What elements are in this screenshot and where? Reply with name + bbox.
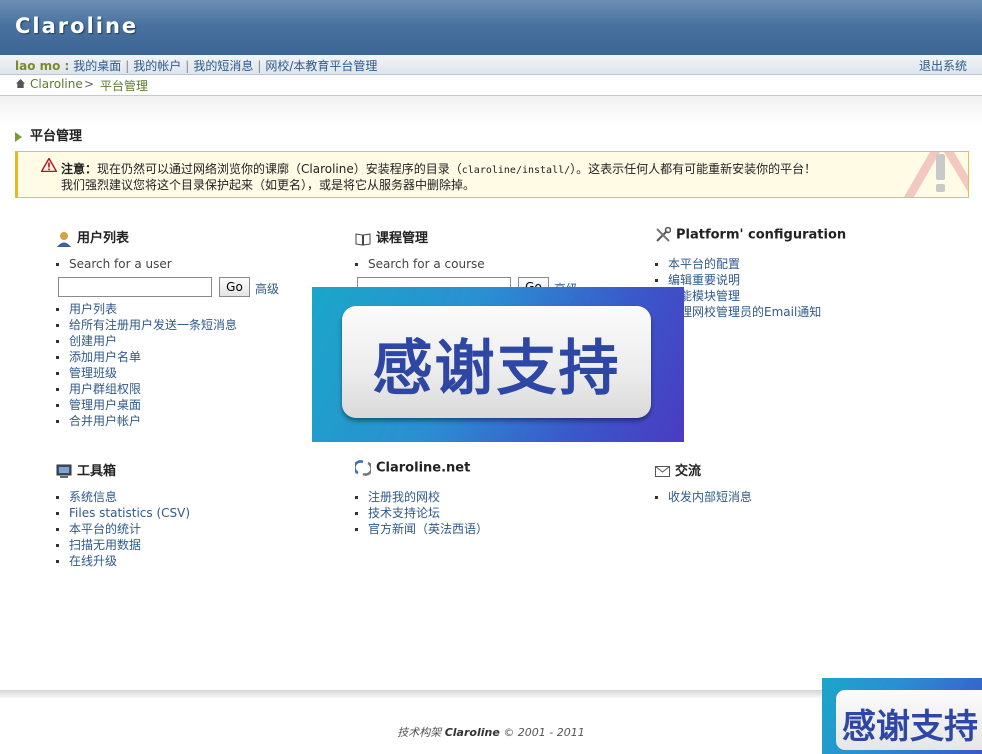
warning-box: 注意：现在仍然可以通过网络浏览你的课廓（Claroline）安装程序的目录（cl…	[15, 151, 969, 198]
link-send-message-all[interactable]: 给所有注册用户发送一条短消息	[69, 318, 237, 332]
promo-overlay-image: 感谢支持	[312, 287, 684, 442]
footer-brand-link[interactable]: Claroline	[445, 726, 500, 739]
breadcrumb-current[interactable]: 平台管理	[100, 77, 148, 94]
user-links: lao mo : 我的桌面 | 我的帐户 | 我的短消息 | 网校/本教育平台管理	[15, 59, 378, 73]
link-add-user-list[interactable]: 添加用户名单	[69, 350, 141, 364]
link-my-messages[interactable]: 我的短消息	[193, 59, 253, 73]
header-fade	[0, 96, 982, 126]
claroline-logo-icon	[355, 460, 371, 476]
warning-line-2: 我们强烈建议您将这个目录保护起来（如更名），或是将它从服务器中删除掉。	[61, 178, 476, 192]
title-arrow-icon	[15, 131, 22, 142]
user-search-go-button[interactable]: Go	[219, 277, 250, 297]
site-logo[interactable]: Claroline	[15, 14, 138, 38]
link-merge-user-accounts[interactable]: 合并用户帐户	[69, 414, 141, 428]
logout-link[interactable]: 退出系统	[919, 57, 967, 74]
promo-overlay-image-partial: 感谢支持	[822, 678, 982, 754]
warning-line-1: 注意：现在仍然可以通过网络浏览你的课廓（Claroline）安装程序的目录（cl…	[61, 162, 817, 176]
section-communication-title: 交流	[655, 460, 945, 479]
promo-text: 感谢支持	[372, 334, 621, 404]
user-bar: lao mo : 我的桌面 | 我的帐户 | 我的短消息 | 网校/本教育平台管理 退出系统	[0, 55, 982, 75]
user-search-label: Search for a user	[56, 256, 346, 272]
link-platform-stats[interactable]: 本平台的统计	[69, 522, 141, 536]
section-claroline-net: Claroline.net 注册我的网校 技术支持论坛 官方新闻（英法西语）	[355, 460, 645, 537]
section-users: 用户列表 Search for a user Go 高级 用户列表 给所有注册用…	[56, 227, 346, 429]
header-banner: Claroline	[0, 0, 982, 55]
section-config-title: Platform' configuration	[655, 227, 945, 245]
link-create-user[interactable]: 创建用户	[69, 334, 117, 348]
link-scan-junk[interactable]: 扫描无用数据	[69, 538, 141, 552]
section-courses-title: 课程管理	[355, 227, 645, 246]
computer-icon	[56, 464, 72, 478]
link-group-permissions[interactable]: 用户群组权限	[69, 382, 141, 396]
link-support-forum[interactable]: 技术支持论坛	[368, 506, 440, 520]
link-admin-email-notify[interactable]: 管理网校管理员的Email通知	[668, 305, 821, 319]
promo-text-partial: 感谢支持	[842, 707, 978, 747]
warning-exclamation-icon	[904, 152, 968, 197]
section-users-title: 用户列表	[56, 227, 346, 247]
link-manage-classes[interactable]: 管理班级	[69, 366, 117, 380]
user-icon	[57, 231, 71, 247]
link-user-list[interactable]: 用户列表	[69, 302, 117, 316]
user-advanced-search-link[interactable]: 高级	[255, 280, 279, 297]
link-official-news[interactable]: 官方新闻（英法西语）	[368, 522, 488, 536]
link-platform-config[interactable]: 本平台的配置	[668, 257, 740, 271]
warning-icon	[41, 158, 57, 172]
promo-pill-partial: 感谢支持	[836, 690, 982, 750]
section-tools-title: 工具箱	[56, 460, 346, 479]
section-config: Platform' configuration 本平台的配置 编辑重要说明 功能…	[655, 227, 945, 320]
section-communication: 交流 收发内部短消息	[655, 460, 945, 505]
section-claroline-net-title: Claroline.net	[355, 460, 645, 478]
tools-icon	[656, 227, 671, 242]
link-my-account[interactable]: 我的帐户	[133, 59, 181, 73]
user-search-form: Go 高级	[58, 277, 346, 301]
link-manage-user-desktop[interactable]: 管理用户桌面	[69, 398, 141, 412]
envelope-icon	[655, 466, 670, 477]
course-search-label: Search for a course	[355, 256, 645, 272]
user-search-input[interactable]	[58, 277, 212, 297]
link-files-statistics[interactable]: Files statistics (CSV)	[69, 506, 190, 520]
link-online-upgrade[interactable]: 在线升级	[69, 554, 117, 568]
book-icon	[355, 232, 371, 246]
home-icon	[16, 79, 25, 88]
section-tools: 工具箱 系统信息 Files statistics (CSV) 本平台的统计 扫…	[56, 460, 346, 569]
link-internal-messages[interactable]: 收发内部短消息	[668, 490, 752, 504]
current-user: lao mo :	[15, 59, 70, 73]
link-edit-notices[interactable]: 编辑重要说明	[668, 273, 740, 287]
link-my-desktop[interactable]: 我的桌面	[73, 59, 121, 73]
promo-pill: 感谢支持	[342, 306, 651, 418]
link-platform-admin[interactable]: 网校/本教育平台管理	[265, 59, 377, 73]
link-system-info[interactable]: 系统信息	[69, 490, 117, 504]
breadcrumb-home[interactable]: Claroline	[30, 77, 83, 91]
page-title: 平台管理	[15, 125, 82, 144]
link-register-campus[interactable]: 注册我的网校	[368, 490, 440, 504]
breadcrumb-separator: >	[84, 77, 95, 91]
breadcrumb: Claroline > 平台管理	[0, 75, 982, 96]
